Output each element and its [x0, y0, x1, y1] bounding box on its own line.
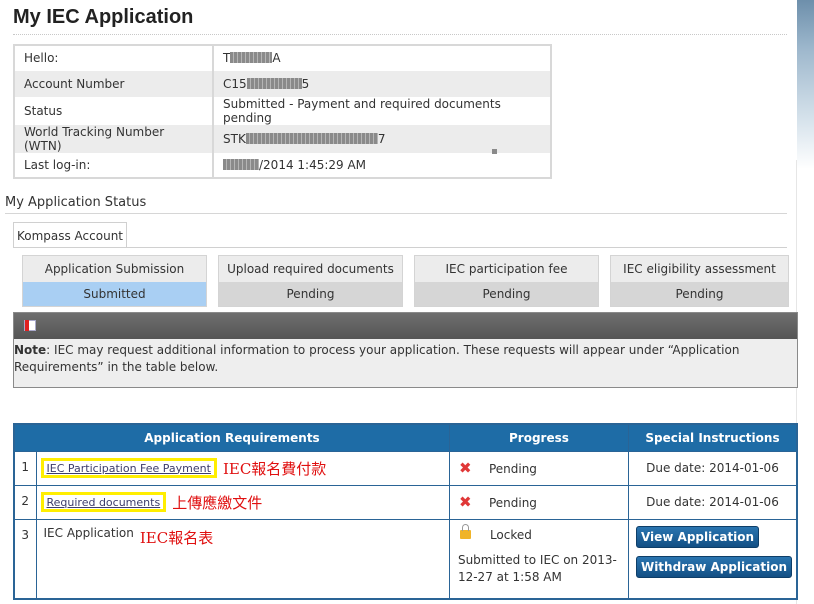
- info-row-account-number: Account Number C15 5: [14, 70, 551, 97]
- redacted-text: [230, 52, 273, 64]
- page-title: My IEC Application: [13, 6, 194, 28]
- progress-detail: Submitted to IEC on 2013-12-27 at 1:58 A…: [457, 552, 617, 584]
- table-header: Application Requirements Progress Specia…: [13, 423, 798, 452]
- info-value: C15 5: [213, 70, 551, 97]
- status-step-eligibility-assessment: IEC eligibility assessment Pending: [610, 255, 789, 307]
- status-step-upload-documents: Upload required documents Pending: [218, 255, 403, 307]
- tab-kompass-account[interactable]: Kompass Account: [13, 222, 127, 247]
- info-row-hello: Hello: TA: [14, 45, 551, 71]
- annotation-text: IEC報名表: [139, 528, 214, 547]
- highlight-box: Required documents: [40, 491, 167, 512]
- info-value: TA: [223, 51, 281, 66]
- requirements-table: Application Requirements Progress Specia…: [13, 423, 798, 600]
- step-state: Pending: [219, 282, 402, 306]
- book-icon: [24, 320, 36, 331]
- table-row: 2 Required documents 上傳應繳文件 ✖ Pending Due …: [13, 484, 798, 520]
- row-number: 2: [13, 484, 37, 520]
- info-value: /2014 1:45:29 AM: [213, 153, 551, 179]
- account-info-table: Hello: TA Account Number C15 5 Status Sub…: [13, 44, 552, 180]
- column-header: Progress: [448, 423, 629, 452]
- info-label: World Tracking Number (WTN): [14, 124, 214, 153]
- fee-payment-link[interactable]: IEC Participation Fee Payment: [47, 462, 211, 475]
- info-value: STK 7: [213, 124, 551, 153]
- progress-status: Locked: [489, 527, 532, 542]
- x-icon: ✖: [458, 492, 472, 511]
- requirement-name: IEC Application: [43, 525, 134, 540]
- redacted-text: [246, 77, 302, 89]
- section-heading: My Application Status: [5, 195, 147, 210]
- view-application-button[interactable]: View Application: [635, 525, 760, 548]
- step-title: Upload required documents: [219, 256, 402, 282]
- info-label: Account Number: [14, 70, 214, 97]
- annotation-text: 上傳應繳文件: [172, 493, 263, 512]
- info-row-wtn: World Tracking Number (WTN) STK 7: [14, 124, 551, 153]
- artifact-square: [492, 149, 497, 154]
- requirement-cell: Required documents 上傳應繳文件: [35, 484, 450, 520]
- requirement-cell: IEC Application IEC報名表: [35, 518, 450, 600]
- required-documents-link[interactable]: Required documents: [47, 496, 161, 509]
- divider: [5, 213, 787, 214]
- page-side-decoration: [797, 0, 814, 604]
- table-row: 1 IEC Participation Fee Payment IEC報名費付款 …: [13, 450, 798, 486]
- instructions-cell: View Application Withdraw Application: [627, 518, 798, 600]
- table-row: 3 IEC Application IEC報名表 Locked Submitted…: [13, 518, 798, 600]
- step-state: Pending: [611, 282, 788, 306]
- requirement-cell: IEC Participation Fee Payment IEC報名費付款: [35, 450, 450, 486]
- instructions-cell: Due date: 2014-01-06: [627, 484, 798, 520]
- note-box: Note: IEC may request additional informa…: [13, 312, 798, 388]
- note-header-bar: [14, 313, 797, 339]
- divider: [13, 247, 787, 248]
- progress-status: Pending: [488, 495, 537, 510]
- lock-icon: [459, 523, 490, 539]
- progress-cell: ✖ Pending: [448, 450, 629, 486]
- column-header: Application Requirements: [13, 423, 450, 452]
- highlight-box: IEC Participation Fee Payment: [40, 457, 217, 478]
- redacted-text: [223, 158, 259, 170]
- step-title: IEC participation fee: [415, 256, 598, 282]
- status-step-participation-fee: IEC participation fee Pending: [414, 255, 599, 307]
- annotation-text: IEC報名費付款: [222, 459, 327, 478]
- step-state: Pending: [415, 282, 598, 306]
- info-row-last-login: Last log-in: /2014 1:45:29 AM: [14, 152, 551, 179]
- divider: [13, 34, 787, 35]
- note-text: Note: IEC may request additional informa…: [14, 343, 740, 374]
- row-number: 3: [13, 518, 37, 600]
- info-row-status: Status Submitted - Payment and required …: [14, 96, 551, 125]
- info-value: Submitted - Payment and required documen…: [223, 96, 501, 125]
- progress-cell: ✖ Pending: [448, 484, 629, 520]
- progress-cell: Locked Submitted to IEC on 2013-12-27 at…: [448, 518, 629, 600]
- step-state: Submitted: [23, 282, 206, 306]
- withdraw-application-button[interactable]: Withdraw Application: [635, 555, 792, 578]
- status-step-application-submission: Application Submission Submitted: [22, 255, 207, 307]
- step-title: IEC eligibility assessment: [611, 256, 788, 282]
- instructions-cell: Due date: 2014-01-06: [627, 450, 798, 486]
- redacted-text: [245, 132, 378, 144]
- info-label: Status: [14, 96, 214, 125]
- x-icon: ✖: [458, 458, 472, 477]
- progress-status: Pending: [488, 461, 537, 476]
- info-label: Last log-in:: [14, 152, 214, 179]
- row-number: 1: [13, 450, 37, 486]
- info-label: Hello:: [14, 45, 214, 71]
- step-title: Application Submission: [23, 256, 206, 282]
- column-header: Special Instructions: [627, 423, 798, 452]
